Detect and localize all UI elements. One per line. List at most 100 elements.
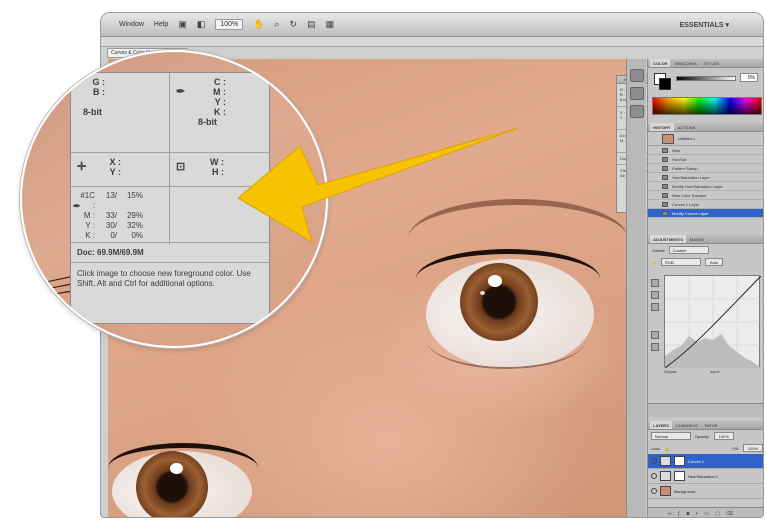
screen-mode-icon[interactable]: ◧: [197, 19, 206, 30]
folder-icon[interactable]: ▭: [704, 511, 709, 517]
tab-paths[interactable]: PATHS: [702, 421, 721, 429]
history-item[interactable]: New: [648, 146, 763, 155]
info-panel-zoomed: G : B : 8-bit ✒ C : M : Y : K : 8-bit ✛ …: [70, 72, 270, 324]
history-item[interactable]: Modify Hue/Saturation Layer: [648, 182, 763, 191]
sampler-row: K :0/0%: [85, 231, 143, 240]
visibility-eye-icon[interactable]: [651, 473, 657, 479]
tab-adjustments[interactable]: ADJUSTMENTS: [650, 235, 687, 243]
zoom-level-select[interactable]: 100%: [215, 19, 244, 30]
link-icon[interactable]: ∞: [668, 511, 672, 517]
color-slider[interactable]: [676, 76, 736, 81]
layer-mask-thumbnail: [674, 471, 685, 481]
target-adjust-icon[interactable]: ☝: [652, 260, 657, 265]
fill-field[interactable]: 100%: [742, 444, 763, 452]
opacity-label: Opacity:: [695, 433, 710, 439]
fx-icon[interactable]: ƒ: [678, 511, 681, 517]
menu-window[interactable]: Window: [119, 21, 144, 28]
layer-row-background[interactable]: Background: [648, 484, 763, 499]
tab-color[interactable]: COLOR: [650, 59, 671, 67]
color-spectrum[interactable]: [652, 97, 762, 115]
layer-row-hue-saturation[interactable]: Hue/Saturation 1: [648, 469, 763, 484]
tab-masks[interactable]: MASKS: [687, 235, 707, 243]
info-panel-icon[interactable]: [630, 87, 644, 100]
history-step-icon: [662, 165, 668, 171]
rgb-readout: G : B : 8-bit: [71, 73, 170, 152]
history-panel-icon[interactable]: [630, 105, 644, 118]
color-panel-icon[interactable]: [630, 69, 644, 82]
color-sampler-icon: ✒: [73, 201, 81, 211]
tab-history[interactable]: HISTORY: [650, 123, 674, 131]
zoom-tool-icon[interactable]: ⌕: [274, 19, 279, 30]
tab-layers[interactable]: LAYERS: [650, 421, 672, 429]
crosshair-icon: ✛: [77, 161, 87, 173]
mask-icon[interactable]: ◙: [686, 511, 689, 517]
hand-tool-icon[interactable]: ✋: [253, 19, 264, 30]
snapshot-thumbnail: [662, 133, 674, 144]
upper-eyelid: [108, 443, 258, 493]
preset-select[interactable]: Custom: [668, 246, 709, 254]
layers-options-row: Normal Opacity: 100%: [648, 430, 763, 442]
eyedropper-icon: ✒: [176, 86, 186, 98]
background-color-swatch[interactable]: [659, 78, 671, 90]
visibility-eye-icon[interactable]: [651, 488, 657, 494]
curve-point-icon[interactable]: [651, 331, 659, 339]
tab-channels[interactable]: CHANNELS: [673, 421, 701, 429]
panel-dock-strip: [626, 59, 646, 517]
rotate-view-icon[interactable]: ↻: [290, 19, 298, 30]
layer-mask-thumbnail: [674, 456, 685, 466]
arrange-documents-icon[interactable]: ▤: [307, 19, 316, 30]
curves-preset-row: Curves Custom: [648, 244, 763, 256]
history-step-icon: [662, 192, 668, 198]
history-snapshot[interactable]: Untitled-1: [648, 132, 763, 146]
bridge-icon[interactable]: ▣: [178, 19, 187, 30]
info-color-readouts: G : B : 8-bit ✒ C : M : Y : K : 8-bit: [71, 73, 269, 153]
trash-icon[interactable]: ⌫: [726, 511, 733, 517]
curves-graph[interactable]: [664, 275, 762, 369]
curve-pencil-icon[interactable]: [651, 343, 659, 351]
history-item-selected[interactable]: Modify Curves Layer: [648, 209, 763, 218]
history-item[interactable]: Hue/Saturation Layer: [648, 173, 763, 182]
extras-icon[interactable]: ▦: [326, 19, 335, 30]
history-item[interactable]: Pattern Stamp: [648, 164, 763, 173]
xy-readout: ✛ X : Y :: [71, 153, 170, 186]
eyedropper-gray-icon[interactable]: [651, 291, 659, 299]
lock-icon[interactable]: 🔒: [665, 446, 670, 451]
layers-panel-tabs: LAYERS CHANNELS PATHS: [648, 421, 763, 430]
adjustment-layer-thumbnail: [660, 456, 671, 466]
magnified-info-callout: G : B : 8-bit ✒ C : M : Y : K : 8-bit ✛ …: [20, 50, 328, 348]
menu-help[interactable]: Help: [154, 21, 168, 28]
channel-select[interactable]: RGB: [660, 258, 701, 266]
color-value-field[interactable]: 0%: [740, 73, 758, 82]
layers-panel: LAYERS CHANNELS PATHS Normal Opacity: 10…: [648, 421, 763, 517]
history-step-icon: [662, 174, 668, 180]
channel-row: ☝ RGB Auto: [648, 256, 763, 268]
layers-lock-row: Lock: 🔒 Fill: 100%: [648, 442, 763, 454]
doc-size: Doc: 69.9M/69.9M: [71, 243, 269, 263]
new-layer-icon[interactable]: ▢: [715, 511, 720, 517]
adjustment-icon[interactable]: ◐: [695, 511, 698, 517]
fill-label: Fill:: [732, 445, 739, 451]
opacity-field[interactable]: 100%: [713, 432, 734, 440]
eyedropper-white-icon[interactable]: [651, 303, 659, 311]
history-step-icon: [662, 201, 668, 207]
history-panel: HISTORY ACTIONS Untitled-1 New Hue/Sat P…: [648, 123, 763, 233]
background-layer-thumbnail: [660, 486, 671, 496]
workspace-switcher[interactable]: ESSENTIALS ▾: [680, 21, 729, 29]
adjustments-panel-tabs: ADJUSTMENTS MASKS: [648, 235, 763, 244]
input-label: Input:: [710, 369, 721, 374]
sampler-row: Y :30/32%: [85, 221, 143, 230]
tab-actions[interactable]: ACTIONS: [675, 123, 699, 131]
visibility-eye-icon[interactable]: [651, 458, 657, 464]
auto-button[interactable]: Auto: [704, 258, 724, 266]
history-item[interactable]: Hue/Sat: [648, 155, 763, 164]
layer-row-curves[interactable]: Curves 1: [648, 454, 763, 469]
history-step-icon: [662, 147, 668, 153]
history-item[interactable]: Curves 1 Layer: [648, 200, 763, 209]
history-item[interactable]: New Color Sampler: [648, 191, 763, 200]
tab-styles[interactable]: STYLES: [701, 59, 722, 67]
tab-swatches[interactable]: SWATCHES: [671, 59, 699, 67]
blend-mode-select[interactable]: Normal: [651, 432, 691, 440]
color-panel-tabs: COLOR SWATCHES STYLES: [648, 59, 763, 68]
curves-label: Curves: [652, 247, 665, 253]
eyedropper-black-icon[interactable]: [651, 279, 659, 287]
